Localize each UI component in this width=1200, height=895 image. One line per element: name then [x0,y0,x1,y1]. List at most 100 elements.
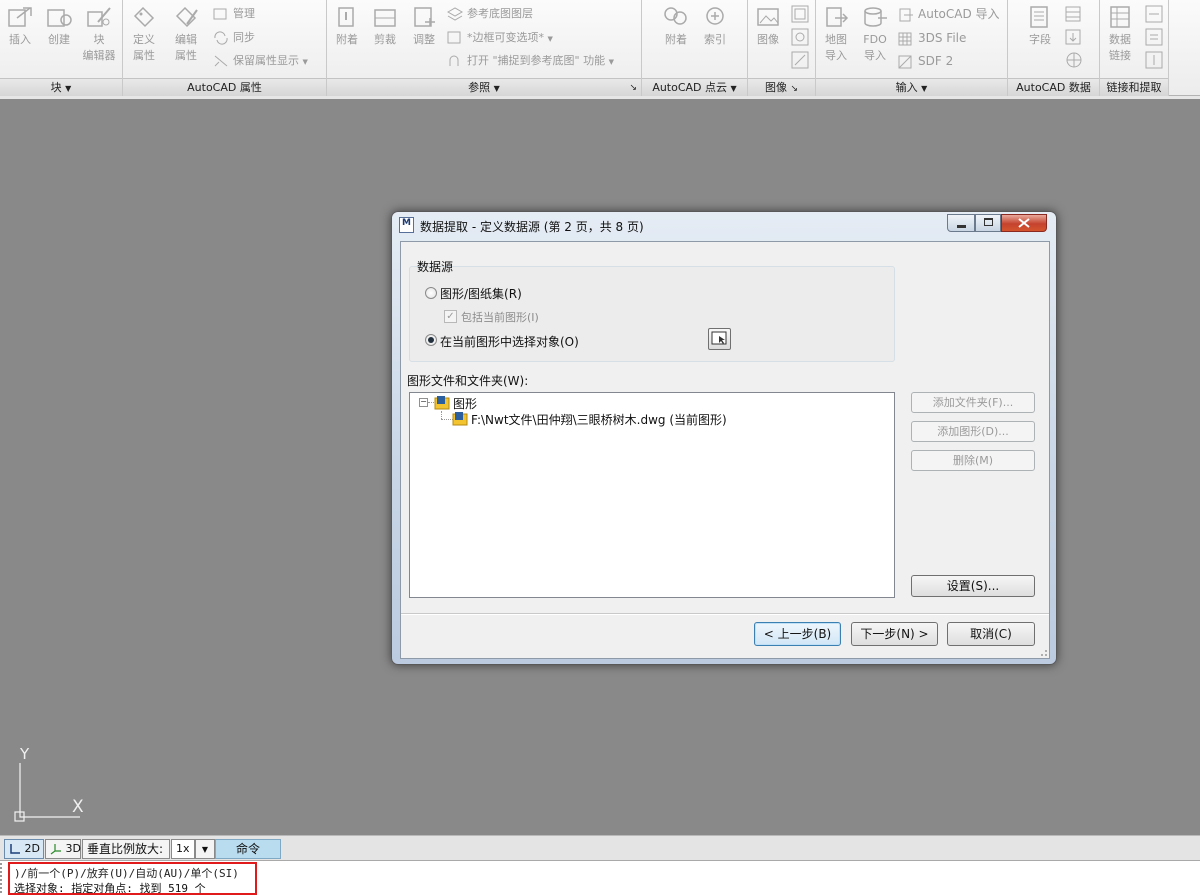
table-update-icon [1065,6,1081,22]
data-source-group-title: 数据源 [417,260,454,274]
drawing-files-tree[interactable]: − 图形 F:\Nwt文件\田仲翔\三眼桥树木.dwg (当前图形) [409,392,895,598]
update-link-icon [1145,28,1163,46]
fdo-import-button[interactable]: FDO 导入 [857,4,893,64]
panel-reference-title[interactable]: 参照 ▼ ↘ [327,78,641,96]
panel-image: 图像 图像 ↘ [748,0,816,96]
autocad-import-button[interactable]: AutoCAD 导入 [898,4,1000,24]
select-objects-button[interactable] [708,328,731,350]
radio-drawings-sheetset[interactable] [425,287,437,299]
sync-attributes-button[interactable]: 同步 [213,28,255,48]
block-editor-button[interactable]: 块 编辑器 [81,4,117,64]
maximize-button[interactable] [975,214,1001,232]
pointcloud-attach-button[interactable]: 附着 [658,4,694,48]
block-editor-icon [87,7,111,27]
cancel-button[interactable]: 取消(C) [947,622,1035,646]
field-button[interactable]: 字段 [1022,4,1058,48]
manage-attributes-button[interactable]: 管理 [213,4,255,24]
settings-button[interactable]: 设置(S)... [911,575,1035,597]
fdo-database-icon [864,7,887,27]
image-frame-button[interactable] [790,4,810,24]
vertical-scale-dropdown-button[interactable]: ▼ [195,839,215,859]
pointcloud-index-button[interactable]: 索引 [697,4,733,48]
next-button[interactable]: 下一步(N) > [851,622,938,646]
image-clip-button[interactable] [790,50,810,70]
create-block-button[interactable]: 创建 [41,4,77,48]
dropdown-arrow-icon: ▼ [608,58,615,66]
frame-variable-dropdown[interactable]: *边框可变选项* ▼ [447,28,553,48]
underlay-layers-button[interactable]: 参考底图图层 [447,4,533,24]
panel-image-title[interactable]: 图像 ↘ [748,78,815,96]
clip-reference-button[interactable]: 剪裁 [367,4,403,48]
snap-underlay-dropdown[interactable]: 打开 "捕捉到参考底图" 功能 ▼ [447,51,614,71]
dropdown-arrow-icon: ▼ [201,845,209,854]
include-current-checkbox[interactable]: ✓ [444,310,457,323]
map-import-label-1: 地图 [825,33,847,46]
panel-attributes: 定义 属性 编辑 属性 管理 同步 保留属性显示 ▼ AutoCAD 属性 [123,0,327,96]
panel-launcher-icon[interactable]: ↘ [790,84,798,94]
pointcloud-index-icon [706,7,724,25]
panel-block-title[interactable]: 块 ▼ [0,78,122,96]
tree-file-label[interactable]: F:\Nwt文件\田仲翔\三眼桥树木.dwg (当前图形) [471,411,727,428]
sync-label: 同步 [233,31,255,44]
attach-reference-button[interactable]: 附着 [329,4,365,48]
panel-pointcloud: 附着 索引 AutoCAD 点云 ▼ [642,0,748,96]
tree-collapse-toggle[interactable]: − [419,398,428,407]
remove-button[interactable]: 删除(M) [911,450,1035,471]
image-attach-button[interactable]: 图像 [750,4,786,48]
adjust-label: 调整 [413,33,435,46]
data-link-button[interactable]: 数据 链接 [1102,4,1138,64]
radio-drawings-sheetset-label[interactable]: 图形/图纸集(R) [440,285,522,302]
write-link-icon [1145,51,1163,69]
radio-select-objects[interactable] [425,334,437,346]
vertical-scale-select[interactable]: 1x [171,839,195,859]
retain-attribute-display-button[interactable]: 保留属性显示 ▼ [213,51,308,71]
insert-button[interactable]: 插入 [2,4,38,48]
view-2d-button[interactable]: 2D [4,839,44,859]
minimize-button[interactable] [947,214,975,232]
define-attribute-button[interactable]: 定义 属性 [126,4,162,64]
include-current-label: 包括当前图形(I) [461,311,539,324]
bottom-toolbar: 2D 3D 垂直比例放大: 1x ▼ 命令 [0,835,1200,861]
sdf2-button[interactable]: SDF 2 [898,51,953,71]
adjust-reference-button[interactable]: 调整 [406,4,442,48]
field-label: 字段 [1029,33,1051,46]
panel-link-extract-title-text: 链接和提取 [1106,81,1162,94]
resize-grip-icon[interactable] [1038,647,1048,657]
view-3d-button[interactable]: 3D [45,839,81,859]
edit-attribute-button[interactable]: 编辑 属性 [168,4,204,64]
3ds-file-button[interactable]: 3DS File [898,28,966,48]
close-button[interactable] [1001,214,1047,232]
add-folder-button[interactable]: 添加文件夹(F)... [911,392,1035,413]
radio-select-objects-label[interactable]: 在当前图形中选择对象(O) [440,333,579,350]
view-2d-label: 2D [24,842,40,855]
command-line-grip[interactable] [0,863,6,893]
panel-import-title[interactable]: 输入 ▼ [816,78,1007,96]
update-link-button[interactable] [1144,27,1164,47]
data-download-button[interactable] [1064,27,1084,47]
map-import-button[interactable]: 地图 导入 [818,4,854,64]
clip-icon [374,9,396,27]
table-download-icon [1065,29,1081,45]
ribbon: 插入 创建 块 编辑器 块 ▼ 定义 属性 编辑 属性 管理 同步 保留属性显示… [0,0,1200,96]
panel-pointcloud-title[interactable]: AutoCAD 点云 ▼ [642,78,747,96]
retain-display-icon [214,55,228,67]
image-adjust-button[interactable] [790,27,810,47]
write-link-button[interactable] [1144,50,1164,70]
panel-launcher-icon[interactable]: ↘ [629,79,637,97]
data-settings-button[interactable] [1064,50,1084,70]
extract-icon [1145,5,1163,23]
underlay-layers-label: 参考底图图层 [467,7,533,20]
add-drawing-button[interactable]: 添加图形(D)... [911,421,1035,442]
2d-axis-icon [10,844,20,854]
extract-data-button[interactable] [1144,4,1164,24]
back-button[interactable]: < 上一步(B) [754,622,841,646]
panel-import-title-text: 输入 [895,81,918,94]
canvas-top-strip [0,96,1200,99]
dwg-file-icon [452,412,468,426]
panel-image-title-text: 图像 [764,81,787,94]
tree-root-label[interactable]: 图形 [453,395,477,412]
command-tab[interactable]: 命令 [215,839,281,859]
field-icon [1030,6,1048,28]
data-update-button[interactable] [1064,4,1084,24]
dropdown-arrow-icon: ▼ [547,35,553,43]
